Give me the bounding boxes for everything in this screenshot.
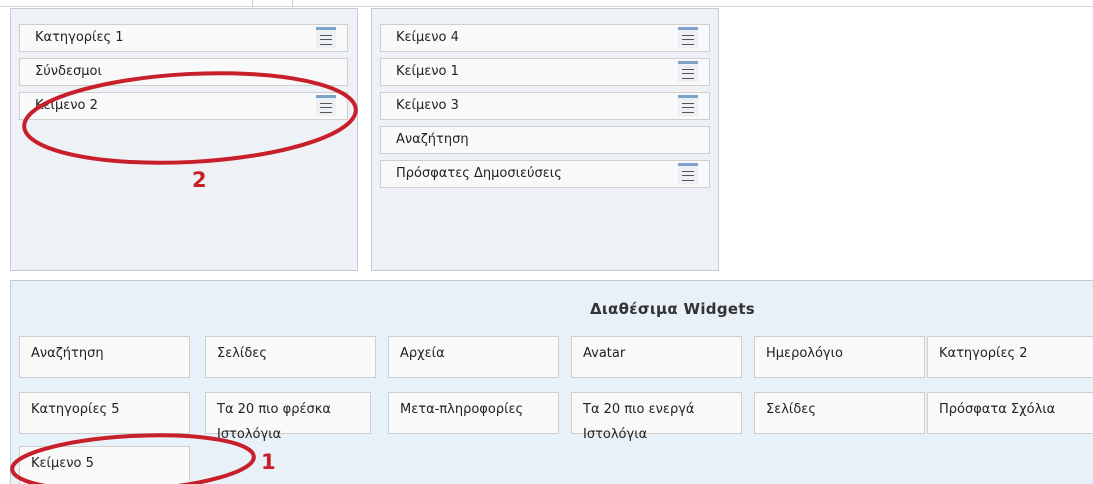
available-widget[interactable]: Αρχεία <box>388 336 559 378</box>
top-divider <box>0 6 1093 7</box>
divider-tick <box>252 0 253 7</box>
widget-item[interactable]: Κείμενο 1 <box>380 58 710 86</box>
available-widget[interactable]: Αναζήτηση <box>19 336 190 378</box>
available-widget[interactable]: Πρόσφατα Σχόλια <box>927 392 1093 434</box>
widget-item[interactable]: Κείμενο 2 <box>19 92 348 120</box>
widget-label: Κείμενο 3 <box>396 98 459 113</box>
menu-icon[interactable] <box>678 27 698 48</box>
menu-icon[interactable] <box>678 163 698 184</box>
widget-item[interactable]: Κατηγορίες 1 <box>19 24 348 52</box>
widget-label: Κείμενο 1 <box>396 64 459 79</box>
widget-label: Κατηγορίες 1 <box>35 30 124 45</box>
divider-tick <box>292 0 293 7</box>
widget-label: Κείμενο 4 <box>396 30 459 45</box>
widget-label: Πρόσφατες Δημοσιεύσεις <box>396 166 562 181</box>
widget-label: Αναζήτηση <box>396 132 469 147</box>
widget-item[interactable]: Κείμενο 3 <box>380 92 710 120</box>
menu-icon[interactable] <box>678 61 698 82</box>
menu-icon[interactable] <box>316 95 336 116</box>
top-toolbar-edge <box>0 0 1093 7</box>
available-widget[interactable]: Avatar <box>571 336 742 378</box>
available-widget[interactable]: Κατηγορίες 5 <box>19 392 190 434</box>
available-widget[interactable]: Ημερολόγιο <box>754 336 925 378</box>
available-widget[interactable]: Τα 20 πιο φρέσκα Ιστολόγια <box>205 392 371 442</box>
available-widget[interactable]: Σελίδες <box>754 392 925 434</box>
widget-item[interactable]: Κείμενο 4 <box>380 24 710 52</box>
available-widget[interactable]: Τα 20 πιο ενεργά Ιστολόγια <box>571 392 742 442</box>
menu-icon[interactable] <box>316 27 336 48</box>
widget-label: Σύνδεσμοι <box>35 64 102 79</box>
widget-item[interactable]: Σύνδεσμοι <box>19 58 348 86</box>
available-widget[interactable]: Κατηγορίες 2 <box>927 336 1093 378</box>
annotation-number-2: 2 <box>192 168 207 192</box>
available-widgets-title: Διαθέσιμα Widgets <box>590 300 756 318</box>
widget-item[interactable]: Αναζήτηση <box>380 126 710 154</box>
menu-icon[interactable] <box>678 95 698 116</box>
available-widget[interactable]: Μετα-πληροφορίες <box>388 392 559 434</box>
widget-label: Κείμενο 2 <box>35 98 98 113</box>
available-widget[interactable]: Σελίδες <box>205 336 376 378</box>
annotation-number-1: 1 <box>261 450 276 474</box>
widget-item[interactable]: Πρόσφατες Δημοσιεύσεις <box>380 160 710 188</box>
available-widget[interactable]: Κείμενο 5 <box>19 446 190 484</box>
